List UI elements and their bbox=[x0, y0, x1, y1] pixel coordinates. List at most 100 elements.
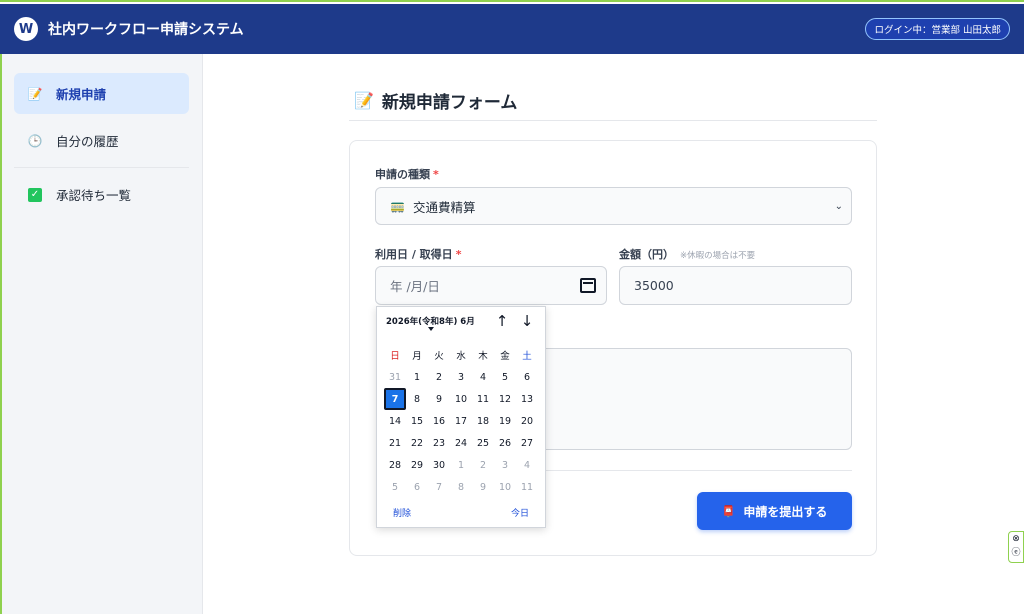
amount-input[interactable]: 35000 bbox=[619, 266, 852, 305]
sidebar: 📝 新規申請 🕒 自分の履歴 ✓ 承認待ち一覧 bbox=[0, 54, 203, 614]
arrow-up-icon[interactable]: ↑ bbox=[494, 312, 510, 330]
calendar-day[interactable]: 28 bbox=[384, 454, 406, 476]
calendar-day[interactable]: 11 bbox=[516, 476, 538, 498]
sidebar-item-label: 新規申請 bbox=[56, 87, 107, 102]
calendar-day[interactable]: 2 bbox=[472, 454, 494, 476]
amount-note: ※休暇の場合は不要 bbox=[680, 251, 756, 261]
calendar-day[interactable]: 3 bbox=[494, 454, 516, 476]
calendar-day[interactable]: 8 bbox=[406, 388, 428, 410]
calendar-day[interactable]: 10 bbox=[494, 476, 516, 498]
calendar-day[interactable]: 11 bbox=[472, 388, 494, 410]
date-input[interactable]: 年 /月/日 bbox=[375, 266, 607, 305]
extension-widget[interactable]: ⊗ ⓔ bbox=[1008, 531, 1024, 563]
weekday-header: 金 bbox=[500, 351, 510, 362]
checkbox-icon: ✓ bbox=[28, 187, 42, 202]
app-logo: W bbox=[14, 17, 38, 41]
page-title: 📝 新規申請フォーム bbox=[354, 88, 517, 113]
sidebar-divider bbox=[14, 167, 189, 168]
weekday-header: 月 bbox=[412, 351, 422, 362]
sidebar-item-new-request[interactable]: 📝 新規申請 bbox=[14, 73, 189, 114]
calendar-day[interactable]: 23 bbox=[428, 432, 450, 454]
chevron-down-icon: ⌄ bbox=[834, 200, 843, 212]
arrow-down-icon[interactable]: ↓ bbox=[519, 312, 535, 330]
date-label-text: 利用日 / 取得日 bbox=[375, 248, 453, 261]
weekday-header: 火 bbox=[434, 351, 444, 362]
title-divider bbox=[349, 120, 877, 121]
request-type-value: 交通費精算 bbox=[412, 199, 476, 215]
calendar-day[interactable]: 27 bbox=[516, 432, 538, 454]
calendar-day[interactable]: 5 bbox=[384, 476, 406, 498]
calendar-day[interactable]: 6 bbox=[516, 366, 538, 388]
calendar-day[interactable]: 12 bbox=[494, 388, 516, 410]
calendar-day[interactable]: 1 bbox=[406, 366, 428, 388]
weekday-header: 水 bbox=[456, 351, 466, 362]
calendar-day[interactable]: 9 bbox=[428, 388, 450, 410]
calendar-day[interactable]: 1 bbox=[450, 454, 472, 476]
clear-date-button[interactable]: 削除 bbox=[393, 506, 411, 519]
calendar-day[interactable]: 15 bbox=[406, 410, 428, 432]
calendar-day[interactable]: 3 bbox=[450, 366, 472, 388]
calendar-day[interactable]: 10 bbox=[450, 388, 472, 410]
request-type-select[interactable]: 🚃 交通費精算 ⌄ bbox=[375, 187, 852, 225]
calendar-day[interactable]: 22 bbox=[406, 432, 428, 454]
mailbox-icon: 📮 bbox=[721, 504, 736, 518]
calendar-day[interactable]: 14 bbox=[384, 410, 406, 432]
amount-label: 金額（円） ※休暇の場合は不要 bbox=[619, 246, 755, 262]
caret-down-icon[interactable] bbox=[428, 327, 434, 331]
notes-textarea[interactable] bbox=[535, 348, 852, 450]
clock-icon: 🕒 bbox=[27, 133, 43, 148]
submit-button-label: 申請を提出する bbox=[743, 504, 828, 519]
calendar-day[interactable]: 16 bbox=[428, 410, 450, 432]
amount-value: 35000 bbox=[634, 278, 674, 293]
calendar-day[interactable]: 6 bbox=[406, 476, 428, 498]
form-footer-divider bbox=[545, 470, 852, 471]
weekday-header: 土 bbox=[522, 351, 532, 362]
calendar-day[interactable]: 5 bbox=[494, 366, 516, 388]
app-header: W 社内ワークフロー申請システム ログイン中：営業部 山田太郎 bbox=[0, 4, 1024, 54]
calendar-grid: 日月火水木金土 31 1 2 3 4 5 6 7 8 9 10 11 12 13 14 15 16 17 18 19 20… bbox=[384, 344, 538, 498]
sidebar-item-pending-approvals[interactable]: ✓ 承認待ち一覧 bbox=[14, 174, 189, 215]
calendar-day[interactable]: 20 bbox=[516, 410, 538, 432]
calendar-day[interactable]: 24 bbox=[450, 432, 472, 454]
calendar-day[interactable]: 17 bbox=[450, 410, 472, 432]
calendar-day[interactable]: 18 bbox=[472, 410, 494, 432]
required-mark: * bbox=[455, 248, 462, 261]
calendar-icon[interactable] bbox=[580, 278, 596, 293]
required-mark: * bbox=[433, 168, 439, 181]
date-placeholder: 年 /月/日 bbox=[390, 279, 440, 294]
calendar-day[interactable]: 8 bbox=[450, 476, 472, 498]
calendar-day[interactable]: 19 bbox=[494, 410, 516, 432]
weekday-header: 日 bbox=[390, 351, 400, 362]
calendar-day[interactable]: 7 bbox=[428, 476, 450, 498]
calendar-day[interactable]: 30 bbox=[428, 454, 450, 476]
weekday-header: 木 bbox=[478, 351, 488, 362]
calendar-day[interactable]: 13 bbox=[516, 388, 538, 410]
calendar-day[interactable]: 2 bbox=[428, 366, 450, 388]
month-year-selector[interactable]: 2026年(令和8年) 6月 bbox=[386, 315, 475, 327]
calendar-day[interactable]: 9 bbox=[472, 476, 494, 498]
page-title-text: 新規申請フォーム bbox=[381, 93, 518, 113]
submit-button[interactable]: 📮 申請を提出する bbox=[697, 492, 852, 530]
calendar-day[interactable]: 4 bbox=[472, 366, 494, 388]
calendar-day[interactable]: 29 bbox=[406, 454, 428, 476]
sidebar-item-label: 承認待ち一覧 bbox=[56, 188, 132, 203]
login-status-badge: ログイン中：営業部 山田太郎 bbox=[865, 18, 1010, 40]
memo-icon: 📝 bbox=[27, 86, 43, 101]
date-label: 利用日 / 取得日 * bbox=[375, 246, 461, 262]
calendar-day[interactable]: 4 bbox=[516, 454, 538, 476]
sidebar-item-my-history[interactable]: 🕒 自分の履歴 bbox=[14, 120, 189, 161]
date-picker-popup: 2026年(令和8年) 6月 ↑ ↓ 日月火水木金土 31 1 2 3 4 5 6 7 8 9 10 1… bbox=[376, 306, 546, 528]
sidebar-item-label: 自分の履歴 bbox=[56, 134, 119, 149]
calendar-day[interactable]: 25 bbox=[472, 432, 494, 454]
amount-label-text: 金額（円） bbox=[619, 248, 674, 261]
request-type-label-text: 申請の種類 bbox=[375, 168, 430, 181]
train-icon: 🚃 bbox=[390, 199, 405, 213]
calendar-day[interactable]: 26 bbox=[494, 432, 516, 454]
extension-icon[interactable]: ⓔ bbox=[1009, 546, 1023, 560]
calendar-day[interactable]: 7 bbox=[384, 388, 406, 410]
calendar-day[interactable]: 21 bbox=[384, 432, 406, 454]
app-title: 社内ワークフロー申請システム bbox=[48, 22, 244, 38]
calendar-day[interactable]: 31 bbox=[384, 366, 406, 388]
close-icon[interactable]: ⊗ bbox=[1009, 532, 1023, 546]
today-button[interactable]: 今日 bbox=[511, 506, 529, 519]
